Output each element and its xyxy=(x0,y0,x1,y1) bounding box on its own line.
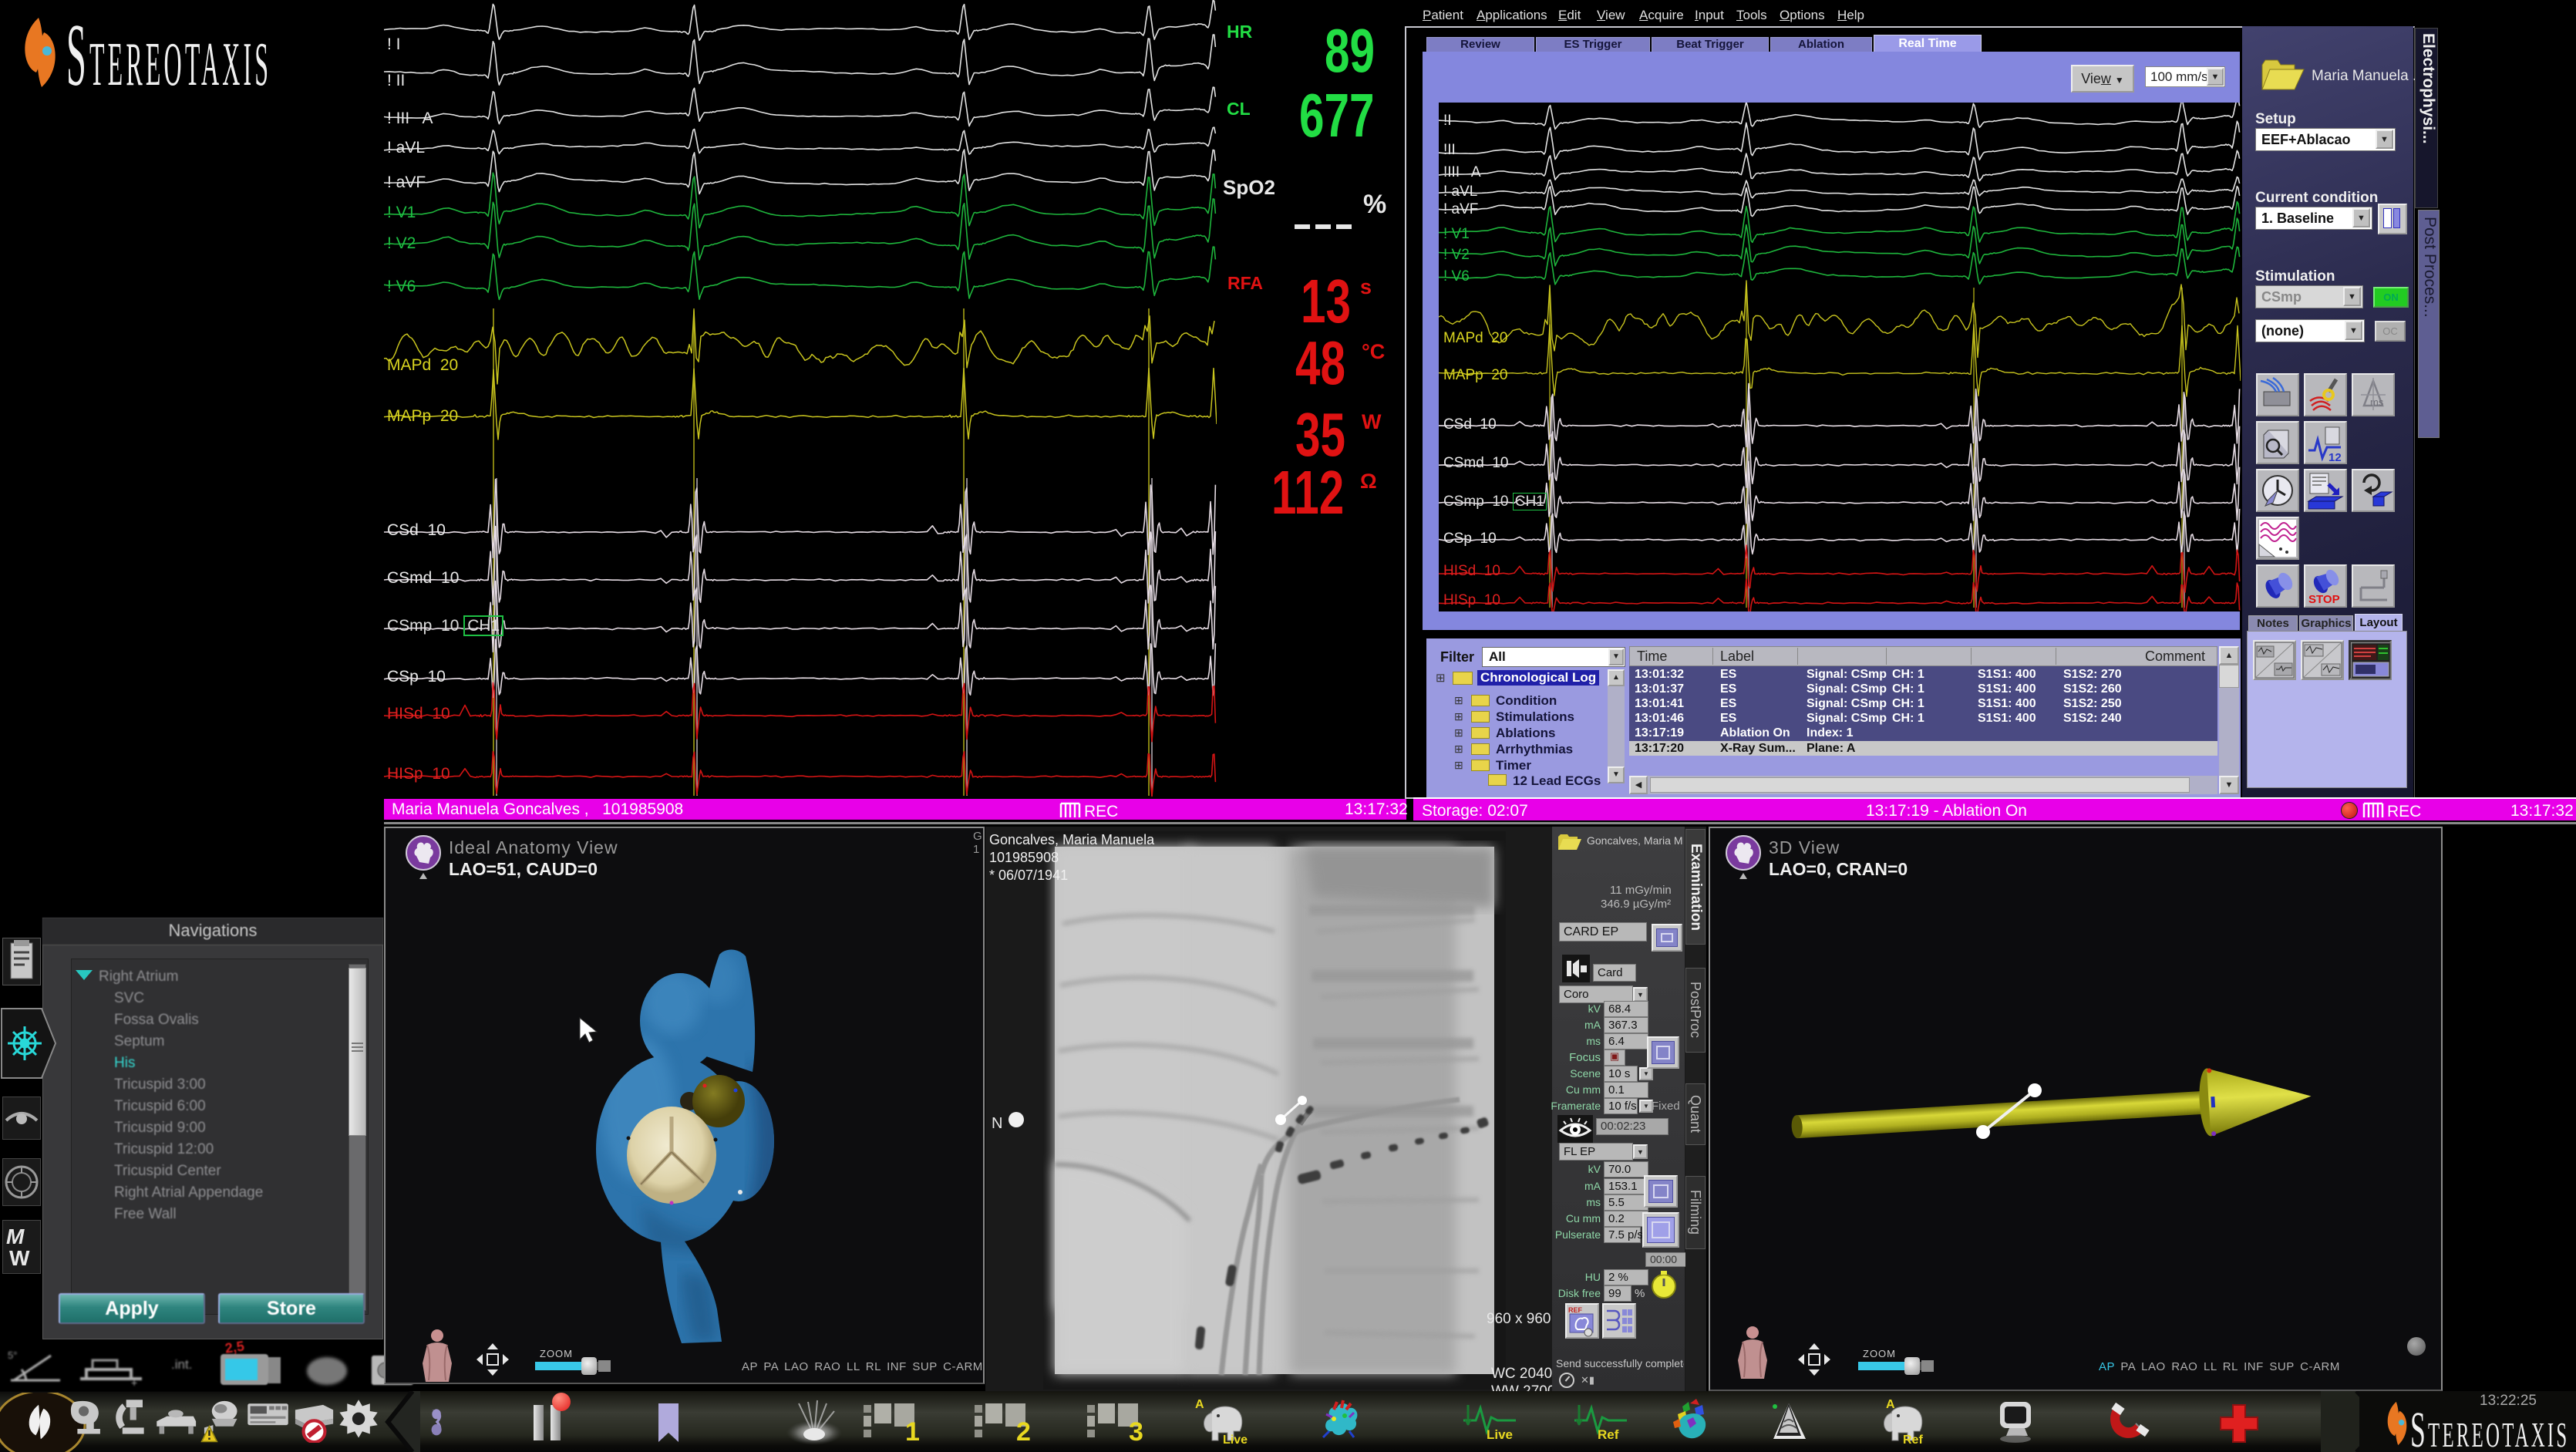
svg-text:REF: REF xyxy=(1568,1306,1583,1314)
svg-text:STEREOTAXIS: STEREOTAXIS xyxy=(66,22,268,86)
svg-text:2: 2 xyxy=(1016,1417,1031,1442)
svg-text:3: 3 xyxy=(1129,1417,1143,1442)
svg-text:A: A xyxy=(1195,1398,1204,1411)
svg-text:Live: Live xyxy=(1223,1433,1248,1445)
svg-text:A: A xyxy=(1886,1398,1895,1411)
svg-text:REC: REC xyxy=(1084,803,1118,819)
svg-text:M: M xyxy=(6,1225,25,1248)
svg-text:5°: 5° xyxy=(8,1349,17,1361)
svg-text:REC: REC xyxy=(2387,803,2421,819)
svg-text:Ref: Ref xyxy=(1903,1433,1923,1445)
svg-text:Ref: Ref xyxy=(1598,1427,1619,1440)
svg-text:STOP: STOP xyxy=(2308,593,2340,606)
svg-text:1: 1 xyxy=(905,1417,920,1442)
svg-text:STEREOTAXIS: STEREOTAXIS xyxy=(2410,1411,2569,1448)
svg-text:2,5: 2,5 xyxy=(224,1340,246,1356)
svg-text:+: + xyxy=(131,1376,137,1386)
svg-text:Live: Live xyxy=(1487,1427,1513,1440)
svg-text:ms: ms xyxy=(2370,396,2384,408)
svg-text:W: W xyxy=(9,1246,30,1270)
svg-text:12: 12 xyxy=(2329,451,2342,463)
